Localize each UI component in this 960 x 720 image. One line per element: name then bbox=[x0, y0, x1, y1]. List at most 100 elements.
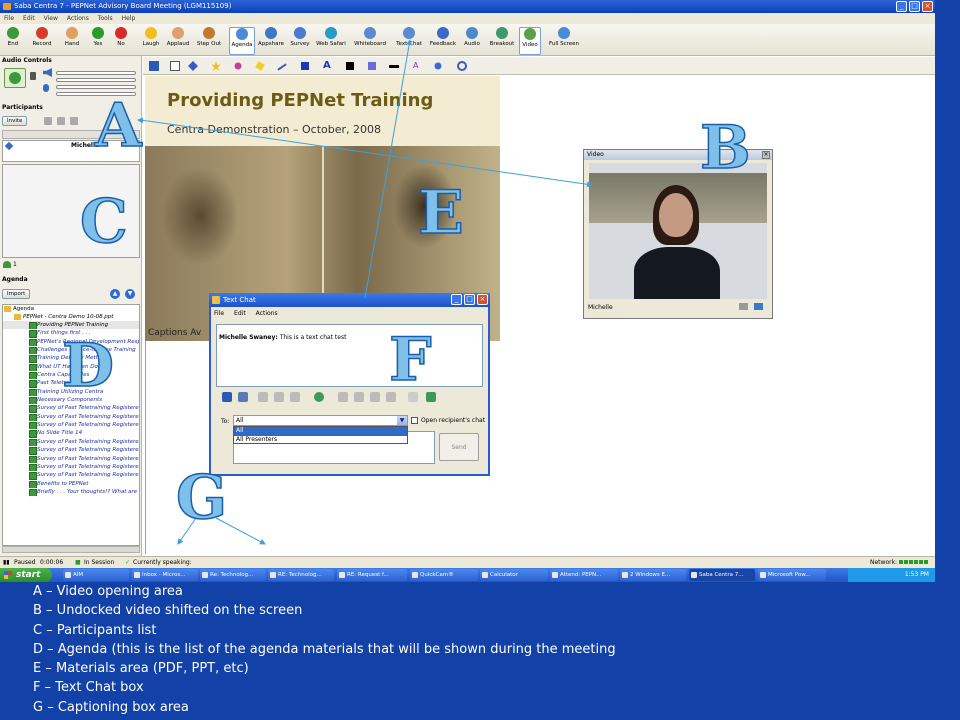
close-button[interactable]: × bbox=[922, 1, 933, 12]
whiteboard-button[interactable]: Whiteboard bbox=[352, 27, 388, 55]
yes-button[interactable]: Yes bbox=[88, 27, 108, 55]
survey-button[interactable]: Survey bbox=[288, 27, 312, 55]
agenda-button[interactable]: Agenda bbox=[229, 27, 255, 55]
chat-bold-icon[interactable] bbox=[354, 392, 364, 402]
font-icon[interactable]: A bbox=[413, 61, 423, 71]
taskbar-item[interactable]: RE: Technolog... bbox=[268, 569, 334, 581]
applaud-button[interactable]: Applaud bbox=[165, 27, 191, 55]
menu-file[interactable]: File bbox=[4, 13, 14, 24]
agenda-down-icon[interactable]: ▼ bbox=[125, 289, 135, 299]
import-button[interactable]: Import bbox=[2, 289, 31, 299]
chat-timestamp-icon[interactable] bbox=[314, 392, 324, 402]
invite-button[interactable]: Invite bbox=[2, 116, 28, 126]
chat-close-button[interactable]: × bbox=[477, 294, 488, 305]
line-width-icon[interactable] bbox=[389, 65, 399, 68]
hand-button[interactable]: Hand bbox=[60, 27, 84, 55]
pointer-icon[interactable] bbox=[170, 61, 180, 71]
menu-edit[interactable]: Edit bbox=[23, 13, 35, 24]
agenda-item[interactable]: Benefits to PEPNet bbox=[3, 480, 139, 488]
tool-pass-icon[interactable] bbox=[57, 117, 65, 125]
record-button[interactable]: Record bbox=[28, 27, 56, 55]
chat-minimize-button[interactable]: _ bbox=[451, 294, 462, 305]
taskbar-item[interactable]: Microsoft Pow... bbox=[758, 569, 826, 581]
agenda-item[interactable]: Survey of Past Teletraining Registered bbox=[3, 413, 139, 422]
start-button[interactable]: start bbox=[0, 568, 52, 582]
save-icon[interactable] bbox=[149, 61, 159, 71]
recipient-option-all[interactable]: All bbox=[234, 427, 407, 436]
zoom-icon[interactable] bbox=[434, 62, 442, 70]
video-button[interactable]: Video bbox=[519, 27, 541, 55]
chat-copy-icon[interactable] bbox=[274, 392, 284, 402]
taskbar-item[interactable]: Attend: PEPN... bbox=[550, 569, 618, 581]
agenda-horizontal-scrollbar[interactable] bbox=[2, 546, 140, 553]
taskbar-item[interactable]: AIM bbox=[63, 569, 129, 581]
microphone-volume-slider[interactable] bbox=[56, 85, 136, 89]
video-snapshot-icon[interactable] bbox=[739, 303, 748, 310]
taskbar-item[interactable]: QuickCam® bbox=[410, 569, 478, 581]
speaker-volume-slider[interactable] bbox=[56, 71, 136, 75]
recipient-option-presenters[interactable]: All Presenters bbox=[234, 436, 407, 445]
menu-view[interactable]: View bbox=[44, 13, 58, 24]
appshare-button[interactable]: Appshare bbox=[257, 27, 285, 55]
chat-menu-file[interactable]: File bbox=[214, 310, 224, 317]
chat-recipient-select[interactable]: All ▼ bbox=[233, 415, 408, 426]
breakout-button[interactable]: Breakout bbox=[487, 27, 517, 55]
text-chat-window[interactable]: Text Chat _ □ × File Edit Actions Michel… bbox=[209, 293, 490, 476]
mic-pass-icon[interactable] bbox=[44, 117, 52, 125]
taskbar-item[interactable]: Calculator bbox=[480, 569, 548, 581]
line-icon[interactable] bbox=[277, 63, 287, 71]
line-color-icon[interactable] bbox=[346, 62, 354, 70]
menu-actions[interactable]: Actions bbox=[67, 13, 89, 24]
chat-save-icon[interactable] bbox=[222, 392, 232, 402]
chat-maximize-button[interactable]: □ bbox=[464, 294, 475, 305]
end-button[interactable]: End bbox=[2, 27, 24, 55]
agenda-item[interactable]: No Slide Title 14 bbox=[3, 429, 139, 438]
menu-help[interactable]: Help bbox=[122, 13, 136, 24]
agenda-item[interactable]: Survey of Past Teletraining Registered bbox=[3, 463, 139, 472]
agenda-file[interactable]: PEPNet - Centra Demo 10-08.ppt bbox=[3, 313, 139, 321]
web-safari-button[interactable]: Web Safari bbox=[315, 27, 347, 55]
audio-button[interactable]: Audio bbox=[462, 27, 482, 55]
eraser-icon[interactable] bbox=[234, 62, 242, 70]
taskbar-item[interactable]: RE: Request f... bbox=[337, 569, 407, 581]
no-button[interactable]: No bbox=[112, 27, 130, 55]
star-stamp-icon[interactable] bbox=[211, 61, 221, 71]
audio-speaker-button[interactable] bbox=[4, 68, 26, 88]
video-pause-icon[interactable] bbox=[754, 303, 763, 310]
chat-cut-icon[interactable] bbox=[258, 392, 268, 402]
highlighter-icon[interactable] bbox=[255, 61, 265, 71]
laugh-button[interactable]: Laugh bbox=[140, 27, 162, 55]
agenda-item[interactable]: Survey of Past Teletraining Registered bbox=[3, 404, 139, 413]
agenda-item[interactable]: Survey of Past Teletraining Registered bbox=[3, 471, 139, 480]
rectangle-icon[interactable] bbox=[301, 62, 309, 70]
chat-menu-actions[interactable]: Actions bbox=[256, 310, 278, 317]
agenda-item[interactable]: Providing PEPNet Training bbox=[3, 321, 139, 330]
fill-color-icon[interactable] bbox=[368, 62, 376, 70]
chat-italic-icon[interactable] bbox=[370, 392, 380, 402]
chat-paste-icon[interactable] bbox=[290, 392, 300, 402]
taskbar-item[interactable]: Saba Centra 7... bbox=[689, 569, 755, 581]
agenda-item[interactable]: Survey of Past Teletraining Registered bbox=[3, 446, 139, 455]
chat-menu-edit[interactable]: Edit bbox=[234, 310, 246, 317]
full-screen-button[interactable]: Full Screen bbox=[547, 27, 581, 55]
agenda-up-icon[interactable]: ▲ bbox=[110, 289, 120, 299]
text-tool-icon[interactable]: A bbox=[323, 61, 333, 71]
taskbar-item[interactable]: 2 Windows E... bbox=[620, 569, 686, 581]
chat-font-icon[interactable] bbox=[338, 392, 348, 402]
video-close-button[interactable]: × bbox=[762, 151, 770, 159]
maximize-button[interactable]: □ bbox=[909, 1, 920, 12]
taskbar-item[interactable]: Re: Technolog... bbox=[200, 569, 266, 581]
minimize-button[interactable]: _ bbox=[896, 1, 907, 12]
chat-pass-icon[interactable] bbox=[70, 117, 78, 125]
marker-icon[interactable] bbox=[188, 61, 198, 71]
chat-title-bar[interactable]: Text Chat _ □ × bbox=[209, 293, 490, 307]
feedback-button[interactable]: Feedback bbox=[428, 27, 458, 55]
chat-print-icon[interactable] bbox=[238, 392, 248, 402]
send-button[interactable]: Send bbox=[439, 433, 479, 461]
chevron-down-icon[interactable]: ▼ bbox=[397, 416, 407, 425]
agenda-item[interactable]: Survey of Past Teletraining Registered bbox=[3, 455, 139, 463]
open-recipient-chat-checkbox[interactable] bbox=[411, 417, 418, 424]
agenda-item[interactable]: Survey of Past Teletraining Registered bbox=[3, 421, 139, 430]
menu-tools[interactable]: Tools bbox=[98, 13, 113, 24]
agenda-root[interactable]: Agenda bbox=[3, 305, 139, 313]
